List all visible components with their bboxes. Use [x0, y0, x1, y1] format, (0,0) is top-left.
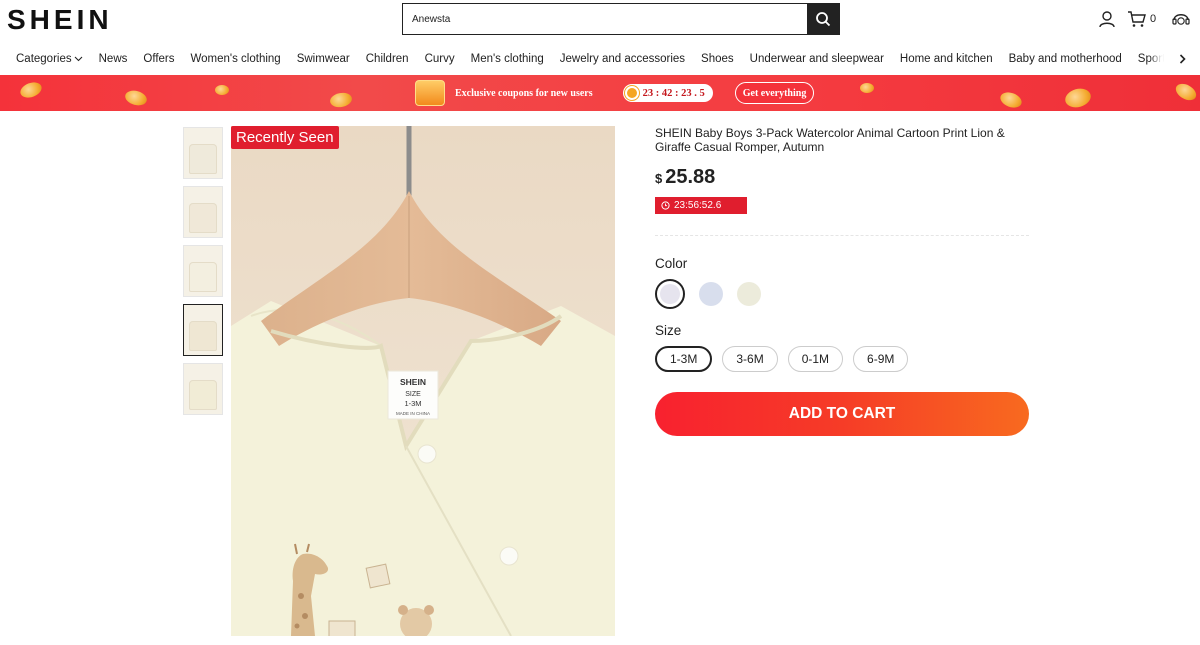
- account-icon[interactable]: [1096, 9, 1118, 29]
- banner-timer: 23 : 42 : 23 . 5: [622, 84, 713, 102]
- clock-icon: [661, 201, 670, 210]
- bear-print: [398, 605, 434, 636]
- coin-decoration: [328, 91, 354, 109]
- thumbnail-4[interactable]: [183, 304, 223, 356]
- nav-item-children[interactable]: Children: [358, 53, 417, 65]
- gift-icon: [415, 80, 445, 106]
- nav-item-home-kitchen[interactable]: Home and kitchen: [892, 53, 1001, 65]
- cart-icon[interactable]: [1126, 9, 1148, 29]
- banner-timer-value: 23 : 42 : 23 . 5: [642, 87, 705, 99]
- divider: [655, 235, 1029, 236]
- color-swatch-2[interactable]: [699, 282, 723, 306]
- label-size-title: SIZE: [405, 391, 421, 398]
- coin-decoration: [1063, 85, 1093, 111]
- nav-item-swimwear[interactable]: Swimwear: [289, 53, 358, 65]
- label-brand: SHEIN: [400, 377, 426, 387]
- clock-icon: [624, 86, 639, 100]
- coin-decoration: [860, 83, 874, 93]
- nav-item-categories[interactable]: Categories: [0, 53, 91, 65]
- price-value: 25.88: [665, 166, 716, 188]
- thumbnail-5[interactable]: [183, 363, 223, 415]
- coin-decoration: [998, 89, 1024, 111]
- main-product-image[interactable]: SHEIN SIZE 1-3M MADE IN CHINA: [231, 126, 615, 636]
- product-title: SHEIN Baby Boys 3-Pack Watercolor Animal…: [655, 126, 1005, 154]
- coin-decoration: [18, 79, 44, 101]
- nav-item-shoes[interactable]: Shoes: [693, 53, 742, 65]
- thumbnail-image: [189, 144, 217, 174]
- product-info: SHEIN Baby Boys 3-Pack Watercolor Animal…: [655, 126, 1029, 436]
- search-icon: [816, 12, 831, 27]
- size-options: 1-3M 3-6M 0-1M 6-9M: [655, 346, 1029, 372]
- label-origin: MADE IN CHINA: [396, 411, 430, 416]
- nav-scroll-right-button[interactable]: [1164, 46, 1200, 72]
- price-currency: $: [655, 171, 663, 186]
- add-to-cart-button[interactable]: ADD TO CART: [655, 392, 1029, 436]
- banner-content: Exclusive coupons for new users 23 : 42 …: [415, 80, 815, 106]
- recently-seen-tag: Recently Seen: [231, 126, 339, 149]
- thumbnail-1[interactable]: [183, 127, 223, 179]
- color-swatches: [655, 279, 1029, 309]
- cart-count: 0: [1150, 13, 1157, 25]
- thumbnail-list: [183, 127, 223, 422]
- nav-item-label: Categories: [16, 53, 72, 65]
- coin-decoration: [1172, 80, 1200, 104]
- thumbnail-image: [189, 321, 217, 351]
- chevron-right-icon: [1179, 54, 1186, 64]
- shein-logo[interactable]: SHEIN: [7, 4, 113, 36]
- search-input[interactable]: [403, 4, 807, 34]
- nav-item-curvy[interactable]: Curvy: [417, 53, 463, 65]
- support-icon[interactable]: [1170, 9, 1192, 29]
- countdown-value: 23:56:52.6: [674, 200, 722, 211]
- thumbnail-image: [189, 203, 217, 233]
- banner-text: Exclusive coupons for new users: [455, 87, 593, 99]
- thumbnail-3[interactable]: [183, 245, 223, 297]
- color-swatch-1[interactable]: [655, 279, 685, 309]
- nav-item-offers[interactable]: Offers: [135, 53, 182, 65]
- romper-illustration: SHEIN SIZE 1-3M MADE IN CHINA: [231, 126, 615, 636]
- nav-item-news[interactable]: News: [91, 53, 136, 65]
- coin-decoration: [123, 88, 149, 108]
- size-option-3-6m[interactable]: 3-6M: [722, 346, 778, 372]
- flash-countdown: 23:56:52.6: [655, 197, 748, 214]
- nav-item-womens-clothing[interactable]: Women's clothing: [183, 53, 289, 65]
- category-nav: Categories News Offers Women's clothing …: [0, 46, 1200, 72]
- search-bar: [402, 3, 840, 35]
- header-icons: 0: [1096, 9, 1192, 29]
- search-button[interactable]: [807, 4, 839, 34]
- size-option-0-1m[interactable]: 0-1M: [787, 346, 844, 372]
- promo-banner[interactable]: Exclusive coupons for new users 23 : 42 …: [0, 75, 1200, 111]
- coin-decoration: [215, 85, 229, 95]
- thumbnail-2[interactable]: [183, 186, 223, 238]
- label-size: 1-3M: [404, 399, 421, 408]
- nav-item-baby-motherhood[interactable]: Baby and motherhood: [1001, 53, 1130, 65]
- color-swatch-3[interactable]: [737, 282, 761, 306]
- get-everything-button[interactable]: Get everything: [734, 82, 815, 104]
- size-label: Size: [655, 323, 682, 338]
- header: SHEIN 0: [0, 0, 1200, 40]
- nav-item-underwear[interactable]: Underwear and sleepwear: [742, 53, 892, 65]
- thumbnail-image: [189, 380, 217, 410]
- nav-item-jewelry[interactable]: Jewelry and accessories: [552, 53, 693, 65]
- thumbnail-image: [189, 262, 217, 292]
- product-price: $25.88: [655, 166, 1029, 189]
- chevron-down-icon: [74, 56, 83, 62]
- color-label: Color: [655, 256, 688, 271]
- size-option-1-3m[interactable]: 1-3M: [655, 346, 713, 372]
- nav-item-mens-clothing[interactable]: Men's clothing: [463, 53, 552, 65]
- size-option-6-9m[interactable]: 6-9M: [853, 346, 909, 372]
